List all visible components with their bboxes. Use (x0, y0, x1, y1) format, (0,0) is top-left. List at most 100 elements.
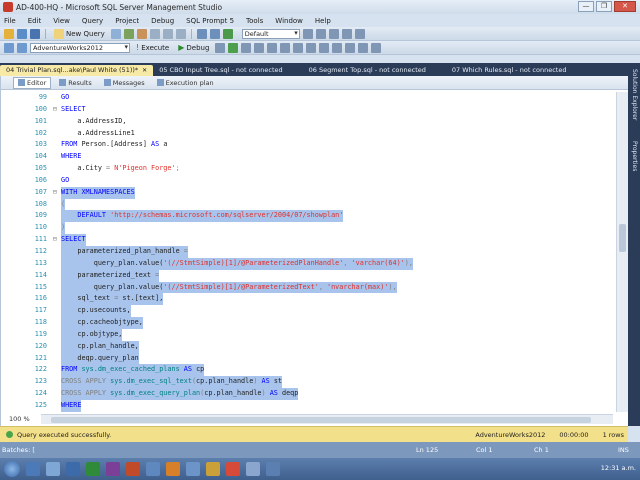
code-line[interactable]: 118 cp.cacheobjtype, (1, 317, 613, 329)
tab-execution-plan[interactable]: Execution plan (153, 78, 218, 88)
menu-debug[interactable]: Debug (151, 17, 174, 25)
disconnect-icon[interactable] (17, 42, 27, 53)
debug-button[interactable]: ▶ Debug (175, 43, 212, 52)
code-line[interactable]: 124 CROSS APPLY sys.dm_exec_query_plan(cp… (1, 388, 613, 400)
collapse-toggle-icon[interactable]: ⊟ (53, 234, 59, 246)
code-line[interactable]: 107 ⊟ WITH XMLNAMESPACES (1, 186, 613, 199)
cancel-query-icon[interactable] (215, 42, 226, 53)
client-statistics-icon[interactable] (280, 42, 291, 53)
configuration-combo[interactable]: Default (241, 28, 300, 39)
code-line[interactable]: 120 cp.plan_handle, (1, 340, 613, 353)
video-task-icon[interactable] (226, 462, 240, 476)
menu-tools[interactable]: Tools (246, 17, 263, 25)
code-line[interactable]: 116 sql_text = st.[text], (1, 293, 613, 306)
menu-query[interactable]: Query (82, 17, 103, 25)
include-actual-plan-icon[interactable] (267, 42, 278, 53)
query-designer-icon[interactable] (254, 42, 265, 53)
code-line[interactable]: 117 cp.usecounts, (1, 305, 613, 318)
tab-04-trivial-plan[interactable]: 04 Trivial Plan.sql...ake\Paul White (51… (0, 65, 154, 76)
properties-icon[interactable] (328, 28, 339, 39)
comment-icon[interactable] (332, 42, 343, 53)
minimize-button[interactable]: — (578, 1, 594, 12)
results-to-text-icon[interactable] (293, 42, 304, 53)
database-combo[interactable]: AdventureWorks2012 (30, 42, 130, 53)
code-text-area[interactable]: 99 GO 100 ⊟ SELECT 101 a.AddressID, 102 a.Addr… (1, 92, 613, 412)
ie-task-icon[interactable] (46, 462, 60, 476)
menu-window[interactable]: Window (275, 17, 303, 25)
powerpoint-task-icon[interactable] (126, 462, 140, 476)
mdx-query-icon[interactable] (136, 28, 147, 39)
vertical-scroll-thumb[interactable] (619, 224, 626, 252)
word-task-icon[interactable] (66, 462, 80, 476)
code-line[interactable]: 122 FROM sys.dm_exec_cached_plans AS cp (1, 364, 613, 377)
code-line[interactable]: 105 a.City = N'Pigeon Forge'; (1, 163, 613, 175)
parse-icon[interactable] (228, 42, 239, 53)
menu-edit[interactable]: Edit (28, 17, 42, 25)
start-debug-icon[interactable] (222, 28, 233, 39)
menu-view[interactable]: View (53, 17, 70, 25)
tab-editor[interactable]: Editor (13, 76, 52, 89)
tab-06-segment-top[interactable]: 06 Segment Top.sql - not connected (303, 65, 432, 76)
code-line[interactable]: 103 FROM Person.[Address] AS a (1, 139, 613, 151)
tab-messages[interactable]: Messages (100, 78, 149, 88)
code-line[interactable]: 102 a.AddressLine1 (1, 128, 613, 140)
results-to-file-icon[interactable] (319, 42, 330, 53)
code-line[interactable]: 109 DEFAULT 'http://schemas.microsoft.co… (1, 210, 613, 223)
cut-icon[interactable] (149, 28, 160, 39)
onenote-task-icon[interactable] (106, 462, 120, 476)
solution-explorer-tab[interactable]: Solution Explorer (630, 69, 638, 120)
skype-task-icon[interactable] (186, 462, 200, 476)
undo-icon[interactable] (196, 28, 207, 39)
start-button[interactable] (4, 461, 20, 477)
decrease-indent-icon[interactable] (358, 42, 369, 53)
maximize-button[interactable]: ❐ (596, 1, 612, 12)
execute-button[interactable]: ! Execute (133, 43, 172, 52)
excel-task-icon[interactable] (86, 462, 100, 476)
tab-07-which-rules[interactable]: 07 Which Rules.sql - not connected (446, 65, 573, 76)
code-line[interactable]: 108 ( (1, 198, 613, 211)
properties-tab[interactable]: Properties (630, 141, 638, 171)
close-button[interactable]: ✕ (614, 1, 636, 12)
open-folder-icon[interactable] (17, 28, 27, 39)
ssms-task-icon[interactable] (206, 462, 220, 476)
paste-icon[interactable] (175, 28, 186, 39)
object-explorer-icon[interactable] (341, 28, 352, 39)
code-line[interactable]: 113 query_plan.value('(//StmtSimple)[1]/… (1, 257, 613, 270)
close-tab-icon[interactable]: ✕ (142, 67, 147, 74)
code-line[interactable]: 106 GO (1, 175, 613, 187)
increase-indent-icon[interactable] (371, 42, 382, 53)
code-line[interactable]: 125 WHERE (1, 399, 613, 412)
cmd-task-icon[interactable] (266, 462, 280, 476)
new-query-button[interactable]: New Query (51, 28, 108, 39)
solution-explorer-icon[interactable] (315, 28, 326, 39)
vertical-scrollbar[interactable] (616, 92, 628, 412)
code-line[interactable]: 114 parameterized_text = (1, 269, 613, 282)
outlook-task-icon[interactable] (146, 462, 160, 476)
code-line[interactable]: 101 a.AddressID, (1, 116, 613, 128)
explorer-task-icon[interactable] (26, 462, 40, 476)
collapse-toggle-icon[interactable]: ⊟ (53, 104, 59, 116)
code-line[interactable]: 111 ⊟ SELECT (1, 234, 613, 246)
save-icon[interactable] (30, 28, 40, 39)
horizontal-scroll-thumb[interactable] (51, 417, 591, 423)
toolbox-icon[interactable] (354, 28, 365, 39)
connect-icon[interactable] (4, 42, 14, 53)
results-to-grid-icon[interactable] (306, 42, 317, 53)
tab-results[interactable]: Results (55, 78, 95, 88)
redo-icon[interactable] (209, 28, 220, 39)
estimated-plan-icon[interactable] (241, 42, 252, 53)
code-line[interactable]: 112 parameterized_plan_handle = (1, 245, 613, 258)
code-line[interactable]: 121 deqp.query_plan (1, 352, 613, 365)
code-line[interactable]: 123 CROSS APPLY sys.dm_exec_sql_text(cp.p… (1, 376, 613, 389)
copy-icon[interactable] (162, 28, 173, 39)
code-line[interactable]: 119 cp.objtype, (1, 328, 613, 341)
analysis-query-icon[interactable] (123, 28, 134, 39)
menu-sql-prompt[interactable]: SQL Prompt 5 (186, 17, 234, 25)
horizontal-scrollbar[interactable] (41, 414, 613, 424)
new-file-icon[interactable] (4, 28, 14, 39)
menu-help[interactable]: Help (315, 17, 331, 25)
find-icon[interactable] (302, 28, 313, 39)
tab-05-cbo-input-tree[interactable]: 05 CBO Input Tree.sql - not connected (153, 65, 288, 76)
zoom-level[interactable]: 100 % (9, 415, 30, 423)
menu-file[interactable]: File (4, 17, 16, 25)
